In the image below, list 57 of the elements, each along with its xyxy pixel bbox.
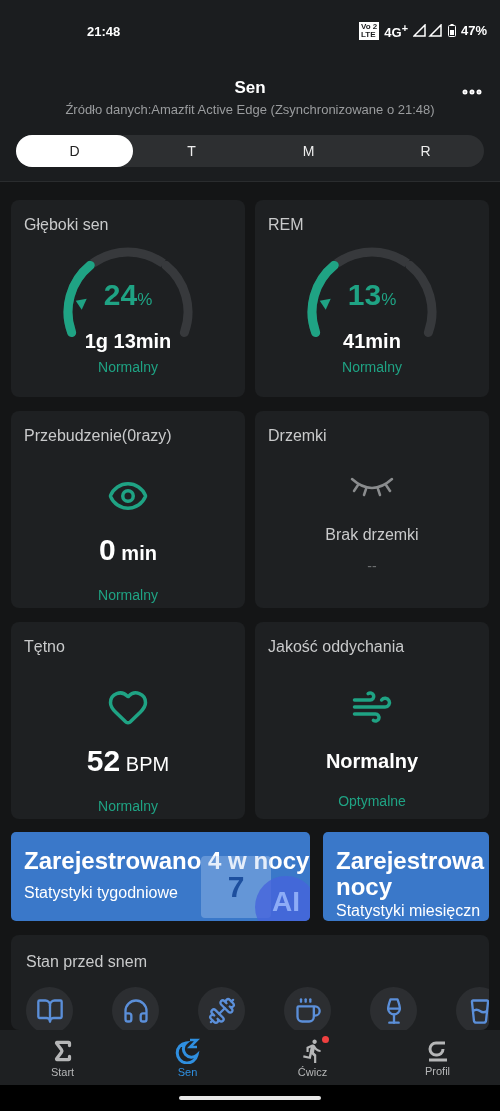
- duration-value: 1g 13min: [84, 330, 172, 353]
- coffee-icon[interactable]: [284, 987, 331, 1030]
- dumbbell-icon[interactable]: [198, 987, 245, 1030]
- status-text: Optymalne: [338, 793, 406, 809]
- book-icon[interactable]: [26, 987, 73, 1030]
- card-title: Głęboki sen: [24, 216, 109, 234]
- card-title: Przebudzenie(0razy): [24, 427, 172, 445]
- status-text: Normalny: [98, 359, 158, 375]
- period-tab[interactable]: D: [16, 135, 133, 167]
- ai-graphic: AI: [255, 876, 310, 921]
- metric-card[interactable]: REM 13% 41min Normalny: [255, 200, 489, 397]
- card-title: Stan przed snem: [26, 953, 148, 971]
- metric-card[interactable]: Tętno 52 BPM Normalny: [11, 622, 245, 819]
- status-text: Normalny: [98, 798, 158, 814]
- data-source-text: Źródło danych:Amazfit Active Edge (Zsynchronizowane o 21:48): [65, 101, 435, 117]
- metric-value: 52 BPM: [86, 744, 170, 778]
- battery-level: 47%: [460, 23, 487, 39]
- page-title: Sen: [234, 77, 266, 98]
- metric-card[interactable]: Jakość oddychania Normalny Optymalne: [255, 622, 489, 819]
- battery-icon: [447, 24, 456, 38]
- wine-icon[interactable]: [370, 987, 417, 1030]
- percent-value: 13%: [346, 278, 398, 312]
- banner-title: Zarejestrowa nocy: [336, 848, 486, 900]
- closed-eye-icon: [350, 475, 394, 499]
- period-tab[interactable]: R: [367, 135, 484, 167]
- volte-icon: Vo 2 LTE: [358, 22, 380, 40]
- moon-icon: [174, 1037, 201, 1064]
- metric-value: 0 min: [99, 533, 157, 567]
- metric-card[interactable]: Przebudzenie(0razy) 0 min Normalny: [11, 411, 245, 608]
- network-type: 4G$^{+}$: [384, 21, 408, 41]
- duration-value: 41min: [343, 330, 401, 353]
- metric-card[interactable]: Drzemki Brak drzemki --: [255, 411, 489, 608]
- banner-subtitle: Statystyki tygodniowe: [24, 884, 178, 902]
- nav-tab[interactable]: Start: [0, 1030, 125, 1085]
- status-text: --: [367, 558, 377, 574]
- banner-title: Zarejestrowano 4 w nocy: [24, 848, 310, 874]
- card-title: Tętno: [24, 638, 65, 656]
- nav-tab[interactable]: Ćwicz: [250, 1030, 375, 1085]
- metric-value: Brak drzemki: [325, 526, 419, 544]
- metric-value: Normalny: [325, 750, 419, 773]
- clock: 21:48: [87, 23, 121, 39]
- signal-icon: [412, 24, 443, 38]
- nav-tab[interactable]: Profil: [375, 1030, 500, 1085]
- summary-banner[interactable]: Zarejestrowano 4 w nocy Statystyki tygodniowe 7 AI: [11, 832, 310, 921]
- summary-banner[interactable]: Zarejestrowa nocy Statystyki miesięczn: [323, 832, 489, 921]
- percent-value: 24%: [102, 278, 154, 312]
- metric-card[interactable]: Głęboki sen 24% 1g 13min Normalny: [11, 200, 245, 397]
- nav-tab[interactable]: Sen: [125, 1030, 250, 1085]
- card-title: Drzemki: [268, 427, 327, 445]
- period-tab[interactable]: T: [133, 135, 250, 167]
- headphones-icon[interactable]: [112, 987, 159, 1030]
- status-text: Normalny: [98, 587, 158, 603]
- banner-subtitle: Statystyki miesięczn: [336, 902, 481, 920]
- card-title: Jakość oddychania: [268, 638, 405, 656]
- period-tab[interactable]: M: [250, 135, 367, 167]
- status-text: Normalny: [342, 359, 402, 375]
- card-title: REM: [268, 216, 304, 234]
